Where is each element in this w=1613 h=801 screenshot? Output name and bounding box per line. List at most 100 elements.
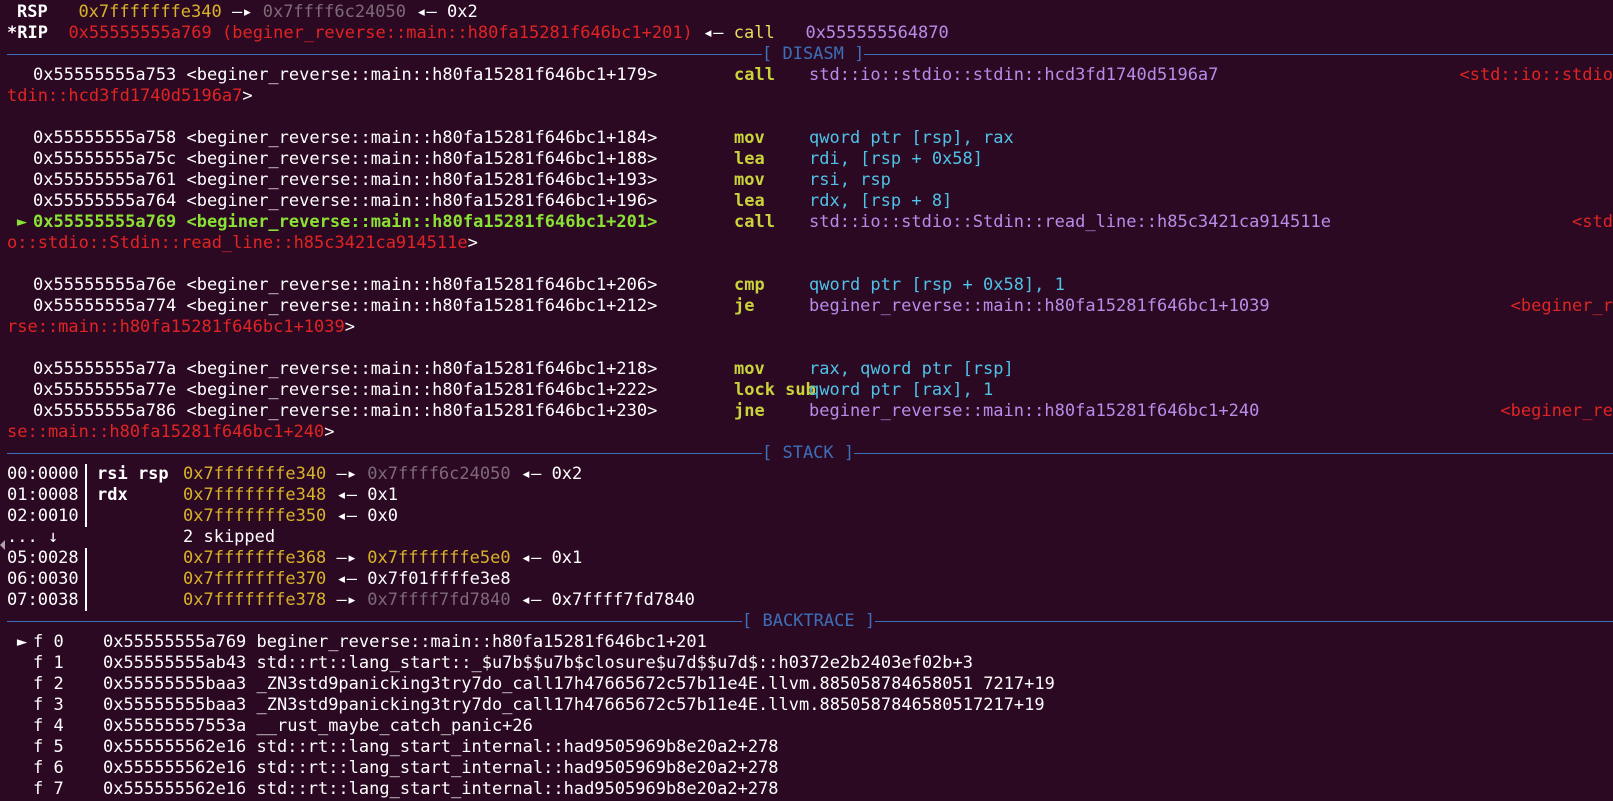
backtrace-frame: f 5 0x555555562e16 std::rt::lang_start_in… bbox=[7, 737, 1613, 758]
disasm-addr: 0x55555555a75c bbox=[33, 149, 177, 169]
disasm-wrap-line: rse::main::h80fa15281f646bc1+1039> bbox=[7, 317, 1613, 338]
value-arrow-icon: ◂— bbox=[336, 485, 358, 505]
disasm-marker bbox=[7, 128, 33, 149]
value-arrow-icon: ◂— bbox=[520, 548, 542, 568]
disasm-line: 0x55555555a75c <beginer_reverse::main::h… bbox=[7, 149, 1613, 170]
stack-value: 0x0 bbox=[367, 506, 398, 526]
disasm-operand: rsi, rsp bbox=[809, 170, 891, 190]
disasm-operand: qword ptr [rsp], rax bbox=[809, 128, 1014, 148]
disasm-addr: 0x55555555a76e bbox=[33, 275, 177, 295]
stack-offset: ... ↓ bbox=[7, 527, 59, 547]
value-arrow-icon: ◂— bbox=[520, 590, 542, 610]
frame-number: f 4 bbox=[33, 716, 64, 736]
current-frame-arrow-icon: ► bbox=[16, 632, 28, 652]
disasm-symbol: <beginer_reverse::main::h80fa15281f646bc… bbox=[186, 212, 658, 232]
backtrace-panel: ► f 0 0x55555555a769 beginer_reverse::main… bbox=[7, 632, 1613, 800]
stack-deref-value: 0x1 bbox=[551, 548, 583, 568]
disasm-marker bbox=[7, 296, 33, 317]
disasm-hint: <std bbox=[1572, 212, 1613, 232]
frame-symbol: beginer_reverse::main::h80fa15281f646bc1… bbox=[256, 632, 707, 652]
backtrace-frame: ► f 0 0x55555555a769 beginer_reverse::main… bbox=[7, 632, 1613, 653]
stack-value: 0x7fffffffe5e0 bbox=[367, 548, 511, 568]
stack-addr: 0x7fffffffe370 bbox=[183, 569, 327, 589]
disasm-symbol: <beginer_reverse::main::h80fa15281f646bc… bbox=[186, 170, 658, 190]
frame-addr: 0x55555555a769 bbox=[103, 632, 247, 652]
disasm-symbol: <beginer_reverse::main::h80fa15281f646bc… bbox=[186, 401, 658, 421]
backtrace-title: [ BACKTRACE ] bbox=[742, 611, 876, 632]
register-rip-line: *RIP 0x55555555a769 (beginer_reverse::ma… bbox=[7, 23, 1613, 44]
register-rsp-ptr: 0x7ffff6c24050 bbox=[262, 2, 407, 22]
disasm-marker bbox=[7, 359, 33, 380]
disasm-hint: <beginer_re bbox=[1500, 401, 1613, 421]
stack-header: [ STACK ] bbox=[7, 443, 1613, 464]
ptr-arrow-icon: —▸ bbox=[336, 464, 358, 484]
disasm-operand: qword ptr [rax], 1 bbox=[809, 380, 994, 400]
register-rsp-line: RSP 0x7fffffffe340 —▸ 0x7ffff6c24050 ◂— … bbox=[7, 2, 1613, 23]
stack-offset: 07:0038 bbox=[7, 590, 79, 610]
disasm-mnemonic: mov bbox=[734, 359, 765, 379]
value-arrow-icon: ◂— bbox=[703, 23, 724, 43]
disasm-marker bbox=[7, 401, 33, 422]
disasm-addr: 0x55555555a753 bbox=[33, 65, 177, 85]
disasm-mnemonic: jne bbox=[734, 401, 765, 421]
disasm-wrap-end: > bbox=[344, 317, 356, 337]
stack-value: 0x7f01ffffe3e8 bbox=[367, 569, 511, 589]
disasm-symbol: <beginer_reverse::main::h80fa15281f646bc… bbox=[186, 128, 658, 148]
column-separator bbox=[85, 590, 87, 611]
frame-number: f 0 bbox=[33, 632, 64, 652]
register-rip-name: *RIP bbox=[7, 23, 48, 43]
frame-addr: 0x555555562e16 bbox=[103, 758, 247, 778]
frame-symbol: __rust_maybe_catch_panic+26 bbox=[256, 716, 533, 736]
column-separator bbox=[85, 569, 87, 590]
disasm-operand: rdi, [rsp + 0x58] bbox=[809, 149, 983, 169]
frame-symbol: _ZN3std9panicking3try7do_call17h47665672… bbox=[256, 695, 1045, 715]
stack-offset: 02:0010 bbox=[7, 506, 79, 526]
value-arrow-icon: ◂— bbox=[336, 506, 358, 526]
disasm-operand: rax, qword ptr [rsp] bbox=[809, 359, 1014, 379]
stack-row: ... ↓ 2 skipped bbox=[7, 527, 1613, 548]
disasm-marker bbox=[7, 275, 33, 296]
stack-skipped: 2 skipped bbox=[183, 527, 276, 547]
stack-row: 07:0038 0x7fffffffe378 —▸ 0x7ffff7fd7840 … bbox=[7, 590, 1613, 611]
disasm-line: 0x55555555a764 <beginer_reverse::main::h… bbox=[7, 191, 1613, 212]
backtrace-header: [ BACKTRACE ] bbox=[7, 611, 1613, 632]
stack-deref-value: 0x7ffff7fd7840 bbox=[551, 590, 695, 610]
disasm-symbol: <beginer_reverse::main::h80fa15281f646bc… bbox=[186, 380, 658, 400]
frame-number: f 6 bbox=[33, 758, 64, 778]
stack-offset: 01:0008 bbox=[7, 485, 79, 505]
disasm-symbol: <beginer_reverse::main::h80fa15281f646bc… bbox=[186, 65, 658, 85]
frame-marker bbox=[7, 716, 33, 737]
frame-marker bbox=[7, 674, 33, 695]
stack-panel: 00:0000 rsi rsp 0x7fffffffe340 —▸ 0x7ffff6… bbox=[7, 464, 1613, 611]
frame-symbol: _ZN3std9panicking3try7do_call17h47665672… bbox=[256, 674, 1055, 694]
disasm-wrap-text: se::main::h80fa15281f646bc1+240 bbox=[7, 422, 325, 442]
disasm-addr: 0x55555555a77e bbox=[33, 380, 177, 400]
disasm-addr: 0x55555555a761 bbox=[33, 170, 177, 190]
stack-value: 0x7ffff7fd7840 bbox=[367, 590, 511, 610]
disasm-symbol: <beginer_reverse::main::h80fa15281f646bc… bbox=[186, 149, 658, 169]
frame-symbol: std::rt::lang_start_internal::had9505969… bbox=[256, 758, 779, 778]
frame-marker bbox=[7, 737, 33, 758]
stack-addr: 0x7fffffffe340 bbox=[183, 464, 327, 484]
disasm-hint: <beginer_r bbox=[1510, 296, 1613, 316]
frame-marker bbox=[7, 758, 33, 779]
disasm-line: 0x55555555a76e <beginer_reverse::main::h… bbox=[7, 275, 1613, 296]
scroll-handle-icon[interactable] bbox=[0, 540, 5, 550]
stack-deref-value: 0x2 bbox=[551, 464, 583, 484]
disasm-symbol: <beginer_reverse::main::h80fa15281f646bc… bbox=[186, 191, 658, 211]
frame-marker bbox=[7, 779, 33, 800]
backtrace-frame: f 3 0x55555555baa3 _ZN3std9panicking3try7… bbox=[7, 695, 1613, 716]
disasm-wrap-line: tdin::hcd3fd1740d5196a7> bbox=[7, 86, 1613, 107]
disasm-wrap-text: tdin::hcd3fd1740d5196a7 bbox=[7, 86, 243, 106]
disasm-marker bbox=[7, 380, 33, 401]
frame-marker bbox=[7, 653, 33, 674]
disasm-marker bbox=[7, 149, 33, 170]
disasm-symbol: <beginer_reverse::main::h80fa15281f646bc… bbox=[186, 296, 658, 316]
disasm-operand: rdx, [rsp + 8] bbox=[809, 191, 953, 211]
register-rip-sym: (beginer_reverse::main::h80fa15281f646bc… bbox=[221, 23, 693, 43]
disasm-mnemonic: lea bbox=[734, 191, 765, 211]
disasm-mnemonic: mov bbox=[734, 170, 765, 190]
